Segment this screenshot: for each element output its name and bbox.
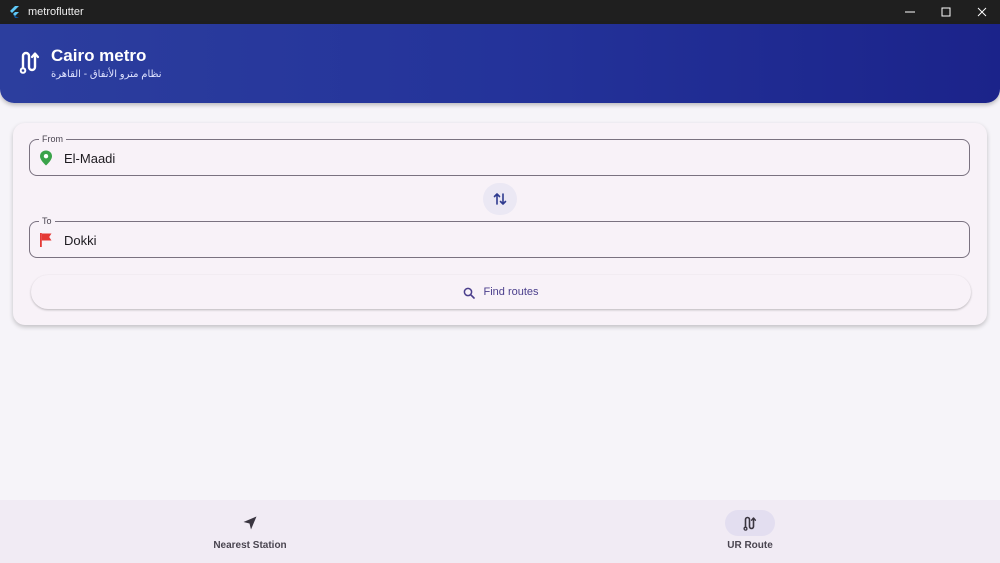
nav-indicator-selected xyxy=(725,510,775,536)
location-pin-icon xyxy=(39,150,53,166)
swap-stations-button[interactable] xyxy=(483,183,517,215)
maximize-icon xyxy=(941,7,951,17)
from-field-label: From xyxy=(39,133,66,145)
maximize-button[interactable] xyxy=(928,0,964,24)
app-subtitle: نظام مترو الأنفاق - القاهرة xyxy=(51,69,162,80)
to-input[interactable] xyxy=(64,233,944,248)
from-input[interactable] xyxy=(64,151,944,166)
app-title: Cairo metro xyxy=(51,46,147,65)
from-field[interactable]: From xyxy=(29,133,970,176)
close-button[interactable] xyxy=(964,0,1000,24)
swap-vertical-icon xyxy=(493,193,507,205)
app-window: metroflutter Cairo metro نظام مترو الأنف… xyxy=(0,0,1000,563)
bottom-navigation: Nearest Station UR Route xyxy=(0,500,1000,563)
app-header: Cairo metro نظام مترو الأنفاق - القاهرة xyxy=(0,24,1000,103)
search-icon xyxy=(463,286,476,299)
navigation-arrow-icon xyxy=(243,516,257,530)
nav-item-ur-route[interactable]: UR Route xyxy=(500,500,1000,563)
nav-label-nearest-station: Nearest Station xyxy=(213,540,287,551)
find-routes-label: Find routes xyxy=(483,286,539,298)
to-field[interactable]: To xyxy=(29,215,970,258)
window-title: metroflutter xyxy=(28,6,84,18)
window-controls xyxy=(892,0,1000,24)
minimize-icon xyxy=(905,11,915,13)
to-field-label: To xyxy=(39,215,55,227)
minimize-button[interactable] xyxy=(892,0,928,24)
close-icon xyxy=(977,7,987,17)
find-routes-button[interactable]: Find routes xyxy=(31,275,971,309)
nav-indicator xyxy=(225,510,275,536)
route-icon xyxy=(743,516,757,531)
flag-icon xyxy=(39,232,53,248)
window-titlebar[interactable]: metroflutter xyxy=(0,0,1000,24)
nav-item-nearest-station[interactable]: Nearest Station xyxy=(0,500,500,563)
flutter-logo-icon xyxy=(8,6,20,18)
nav-label-ur-route: UR Route xyxy=(727,540,773,551)
route-icon xyxy=(17,49,41,75)
route-search-card: From To xyxy=(13,123,987,325)
